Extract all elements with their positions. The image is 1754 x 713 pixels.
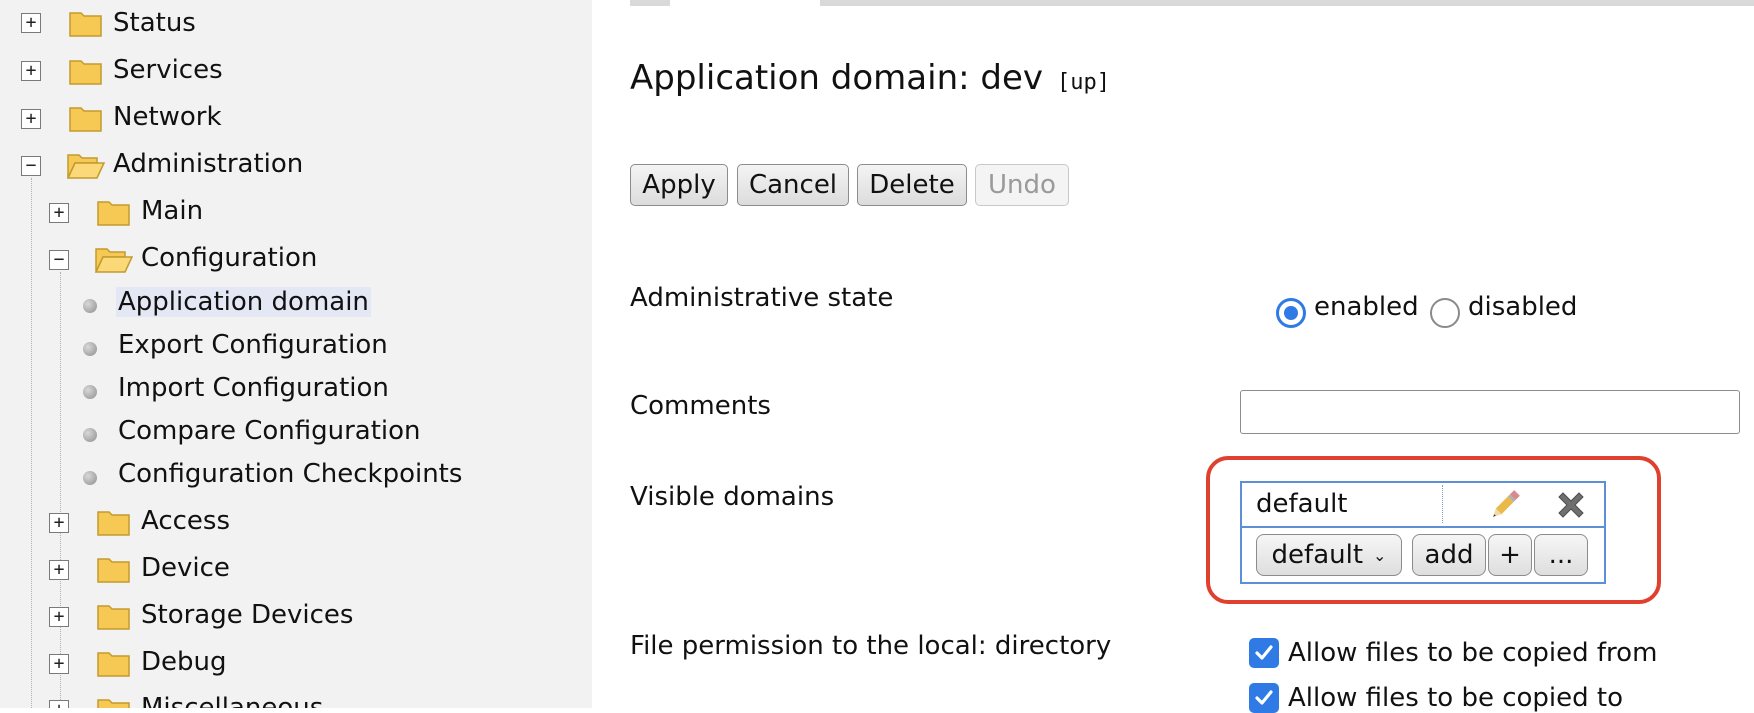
pencil-icon[interactable] [1486,486,1524,524]
collapse-configuration-toggle[interactable]: − [49,250,69,270]
cancel-button[interactable]: Cancel [737,164,849,206]
tree-item-storage-devices[interactable]: Storage Devices [141,595,353,635]
folder-icon [97,649,131,677]
page-title: Application domain: dev [up] [630,58,1110,98]
apply-button[interactable]: Apply [630,164,728,206]
admin-state-label: Administrative state [630,283,894,313]
collapse-administration-toggle[interactable]: − [21,156,41,176]
status-badge: [up] [1057,70,1110,95]
copy-from-checkbox[interactable] [1249,638,1279,668]
tree-item-application-domain[interactable]: Application domain [116,287,371,317]
copy-from-label[interactable]: Allow files to be copied from [1288,638,1657,668]
copy-to-checkbox[interactable] [1249,683,1279,713]
folder-open-icon [67,151,105,179]
enabled-radio[interactable] [1276,298,1306,328]
domain-select-value: default [1271,540,1364,570]
bullet-icon [83,471,97,485]
expand-main-toggle[interactable]: + [49,203,69,223]
expand-storage-devices-toggle[interactable]: + [49,607,69,627]
page-title-text: Application domain: dev [630,58,1043,98]
tree-item-export-configuration[interactable]: Export Configuration [118,330,388,360]
enabled-radio-label[interactable]: enabled [1314,292,1419,322]
visible-domains-table: default default ⌄ add + ... [1240,481,1606,584]
add-button[interactable]: add [1412,534,1486,576]
copy-to-label[interactable]: Allow files to be copied to [1288,683,1623,713]
more-options-button[interactable]: ... [1534,534,1588,576]
folder-icon [97,602,131,630]
folder-icon [69,57,103,85]
comments-input[interactable] [1240,390,1740,434]
folder-icon [97,508,131,536]
tab-strip [630,0,1754,6]
folder-open-icon [95,245,133,273]
expand-debug-toggle[interactable]: + [49,654,69,674]
checkmark-icon [1255,645,1273,660]
navigation-tree: + Status + Services + Network − Administ… [0,0,592,708]
tree-connector-line [31,178,32,708]
tree-item-import-configuration[interactable]: Import Configuration [118,373,389,403]
bullet-icon [83,299,97,313]
folder-icon [69,104,103,132]
delete-button[interactable]: Delete [857,164,967,206]
expand-device-toggle[interactable]: + [49,560,69,580]
tree-item-miscellaneous[interactable]: Miscellaneous [141,688,323,708]
disabled-radio-label[interactable]: disabled [1468,292,1577,322]
domain-select[interactable]: default ⌄ [1256,534,1402,576]
tree-item-access[interactable]: Access [141,501,230,541]
delete-icon[interactable] [1554,488,1588,522]
bullet-icon [83,342,97,356]
visible-domains-label: Visible domains [630,482,835,512]
bullet-icon [83,385,97,399]
folder-icon [97,696,131,708]
file-permission-label: File permission to the local: directory [630,631,1112,661]
tree-connector-line [60,272,61,708]
domain-controls: default ⌄ add + ... [1242,528,1604,582]
tree-item-status[interactable]: Status [113,3,196,43]
table-row: default [1242,483,1604,528]
checkmark-icon [1255,690,1273,705]
folder-icon [97,198,131,226]
undo-button: Undo [975,164,1069,206]
expand-services-toggle[interactable]: + [21,61,41,81]
comments-label: Comments [630,391,771,421]
tree-item-administration[interactable]: Administration [113,144,303,184]
main-content: Application domain: dev [up] Apply Cancel… [592,0,1754,713]
disabled-radio[interactable] [1430,298,1460,328]
tree-item-compare-configuration[interactable]: Compare Configuration [118,416,421,446]
expand-status-toggle[interactable]: + [21,13,41,33]
folder-icon [69,9,103,37]
column-divider [1442,485,1443,523]
bullet-icon [83,428,97,442]
expand-miscellaneous-toggle[interactable]: + [49,700,69,708]
tree-item-configuration-checkpoints[interactable]: Configuration Checkpoints [118,459,462,489]
tree-item-device[interactable]: Device [141,548,230,588]
chevron-down-icon: ⌄ [1373,545,1387,565]
new-domain-button[interactable]: + [1488,534,1532,576]
folder-icon [97,555,131,583]
tree-item-debug[interactable]: Debug [141,642,227,682]
domain-entry: default [1256,489,1348,519]
tree-item-services[interactable]: Services [113,50,223,90]
tree-item-network[interactable]: Network [113,97,222,137]
tree-item-main[interactable]: Main [141,191,203,231]
expand-network-toggle[interactable]: + [21,109,41,129]
active-tab[interactable] [670,0,820,6]
expand-access-toggle[interactable]: + [49,513,69,533]
tree-item-configuration[interactable]: Configuration [141,238,317,278]
